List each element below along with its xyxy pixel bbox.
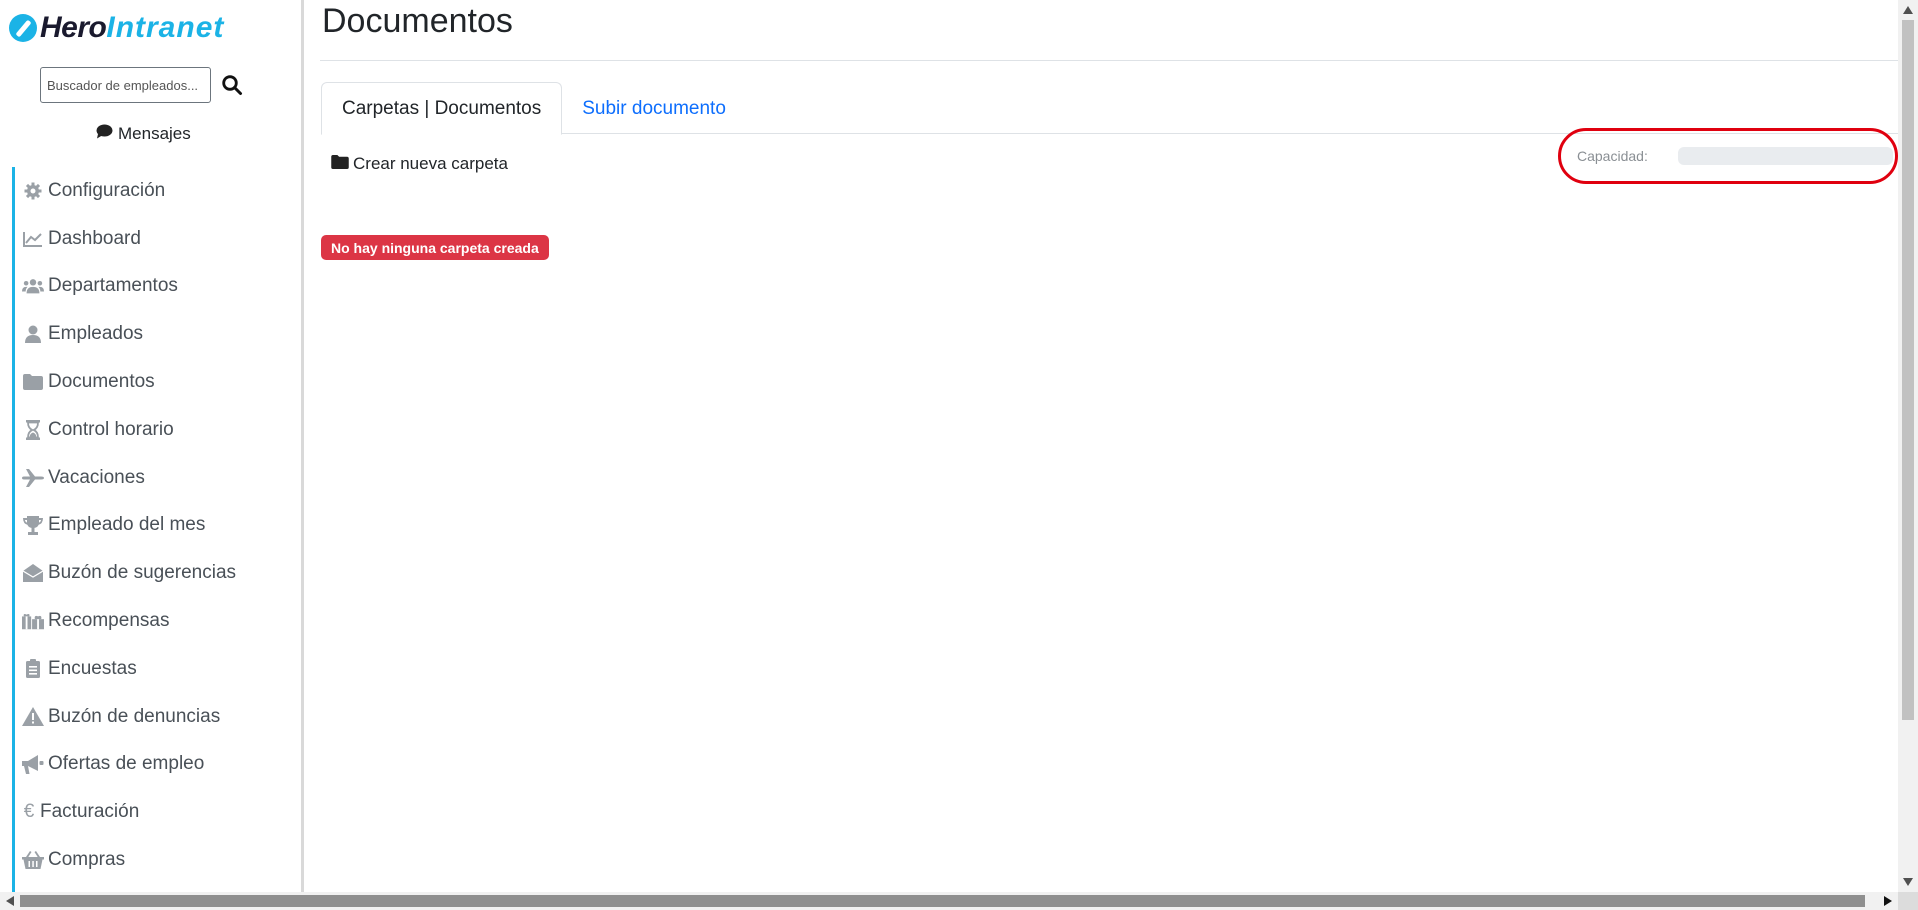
capacity-label: Capacidad: bbox=[1577, 148, 1648, 164]
folder-icon bbox=[331, 154, 349, 174]
logo-mark-icon bbox=[9, 14, 37, 42]
trophy-icon bbox=[22, 515, 44, 535]
sidebar-item-label: Buzón de denuncias bbox=[48, 705, 221, 727]
sidebar-item-configuracion[interactable]: Configuración bbox=[12, 167, 301, 215]
chart-line-icon bbox=[22, 229, 44, 249]
sidebar-item-documentos[interactable]: Documentos bbox=[12, 358, 301, 406]
messages-label: Mensajes bbox=[118, 124, 191, 143]
messages-link[interactable]: Mensajes bbox=[96, 124, 191, 144]
sidebar-item-label: Vacaciones bbox=[48, 466, 145, 488]
sidebar-item-label: Control horario bbox=[48, 418, 174, 440]
scrollbar-corner bbox=[1898, 892, 1918, 910]
sidebar-item-label: Recompensas bbox=[48, 610, 170, 632]
vertical-scrollbar[interactable] bbox=[1898, 0, 1918, 892]
tab-carpetas-documentos[interactable]: Carpetas | Documentos bbox=[321, 82, 563, 135]
sidebar-item-label: Empleados bbox=[48, 323, 144, 345]
sidebar-item-recompensas[interactable]: Recompensas bbox=[12, 597, 301, 645]
clipboard-list-icon bbox=[22, 659, 44, 679]
storage-capacity: Capacidad: bbox=[1558, 128, 1898, 184]
sidebar: Hero Intranet Mensajes Configuración Das… bbox=[0, 0, 304, 892]
empty-folders-badge: No hay ninguna carpeta creada bbox=[321, 235, 549, 260]
euro-icon: € bbox=[23, 801, 35, 823]
create-folder-label: Crear nueva carpeta bbox=[353, 154, 508, 173]
sidebar-item-buzon-denuncias[interactable]: Buzón de denuncias bbox=[12, 692, 301, 741]
sidebar-overflow-item bbox=[12, 883, 301, 892]
sidebar-item-dashboard[interactable]: Dashboard bbox=[12, 214, 301, 263]
sidebar-nav: Configuración Dashboard Departamentos Em… bbox=[12, 167, 301, 892]
sidebar-item-ofertas-empleo[interactable]: Ofertas de empleo bbox=[12, 740, 301, 789]
sidebar-item-empleado-del-mes[interactable]: Empleado del mes bbox=[12, 501, 301, 550]
gear-icon bbox=[22, 181, 44, 201]
sidebar-item-vacaciones[interactable]: Vacaciones bbox=[12, 453, 301, 502]
scroll-right-arrow-icon[interactable] bbox=[1884, 896, 1892, 906]
folder-icon bbox=[22, 372, 44, 392]
logo-text-hero: Hero bbox=[40, 11, 107, 44]
megaphone-icon bbox=[22, 754, 44, 774]
sidebar-item-label: Compras bbox=[48, 849, 126, 871]
warning-icon bbox=[22, 707, 44, 727]
sidebar-item-label: Documentos bbox=[48, 371, 155, 393]
title-divider bbox=[320, 60, 1898, 61]
sidebar-item-empleados[interactable]: Empleados bbox=[12, 310, 301, 359]
scroll-up-arrow-icon[interactable] bbox=[1903, 6, 1913, 14]
scroll-down-arrow-icon[interactable] bbox=[1903, 878, 1913, 886]
sidebar-item-encuestas[interactable]: Encuestas bbox=[12, 644, 301, 693]
sidebar-item-label: Departamentos bbox=[48, 275, 178, 297]
main-content: Documentos Carpetas | Documentos Subir d… bbox=[320, 0, 1898, 892]
sidebar-item-label: Dashboard bbox=[48, 227, 141, 249]
scroll-left-arrow-icon[interactable] bbox=[6, 896, 14, 906]
comment-icon bbox=[96, 124, 113, 144]
sidebar-item-compras[interactable]: Compras bbox=[12, 836, 301, 884]
sidebar-item-label: Configuración bbox=[48, 179, 166, 201]
users-icon bbox=[22, 276, 44, 296]
plane-icon bbox=[22, 468, 44, 488]
sidebar-item-label: Buzón de sugerencias bbox=[48, 562, 237, 584]
logo-text-intranet: Intranet bbox=[106, 11, 225, 44]
sidebar-item-label: Facturación bbox=[40, 801, 140, 823]
search-icon[interactable] bbox=[221, 74, 243, 96]
employee-search bbox=[40, 67, 243, 103]
sidebar-item-label: Empleado del mes bbox=[48, 514, 206, 536]
brand-logo[interactable]: Hero Intranet bbox=[9, 10, 224, 46]
vertical-scrollbar-thumb[interactable] bbox=[1902, 20, 1914, 720]
sidebar-item-facturacion[interactable]: € Facturación bbox=[12, 788, 301, 837]
tab-subir-documento[interactable]: Subir documento bbox=[562, 82, 746, 135]
envelope-open-icon bbox=[22, 563, 44, 583]
employee-search-input[interactable] bbox=[40, 67, 211, 103]
page-title: Documentos bbox=[322, 2, 513, 40]
sidebar-item-buzon-sugerencias[interactable]: Buzón de sugerencias bbox=[12, 549, 301, 598]
document-tabs: Carpetas | Documentos Subir documento bbox=[321, 82, 1898, 135]
hourglass-icon bbox=[22, 419, 44, 440]
sidebar-item-departamentos[interactable]: Departamentos bbox=[12, 262, 301, 311]
create-folder-button[interactable]: Crear nueva carpeta bbox=[331, 154, 508, 174]
horizontal-scrollbar[interactable] bbox=[0, 892, 1898, 910]
sidebar-item-label: Ofertas de empleo bbox=[48, 753, 205, 775]
sidebar-item-label: Encuestas bbox=[48, 657, 137, 679]
user-icon bbox=[22, 324, 44, 344]
capacity-progress-bar bbox=[1678, 147, 1893, 165]
horizontal-scrollbar-thumb[interactable] bbox=[20, 895, 1865, 907]
gifts-icon bbox=[22, 611, 44, 631]
basket-icon bbox=[22, 850, 44, 870]
sidebar-item-control-horario[interactable]: Control horario bbox=[12, 405, 301, 454]
